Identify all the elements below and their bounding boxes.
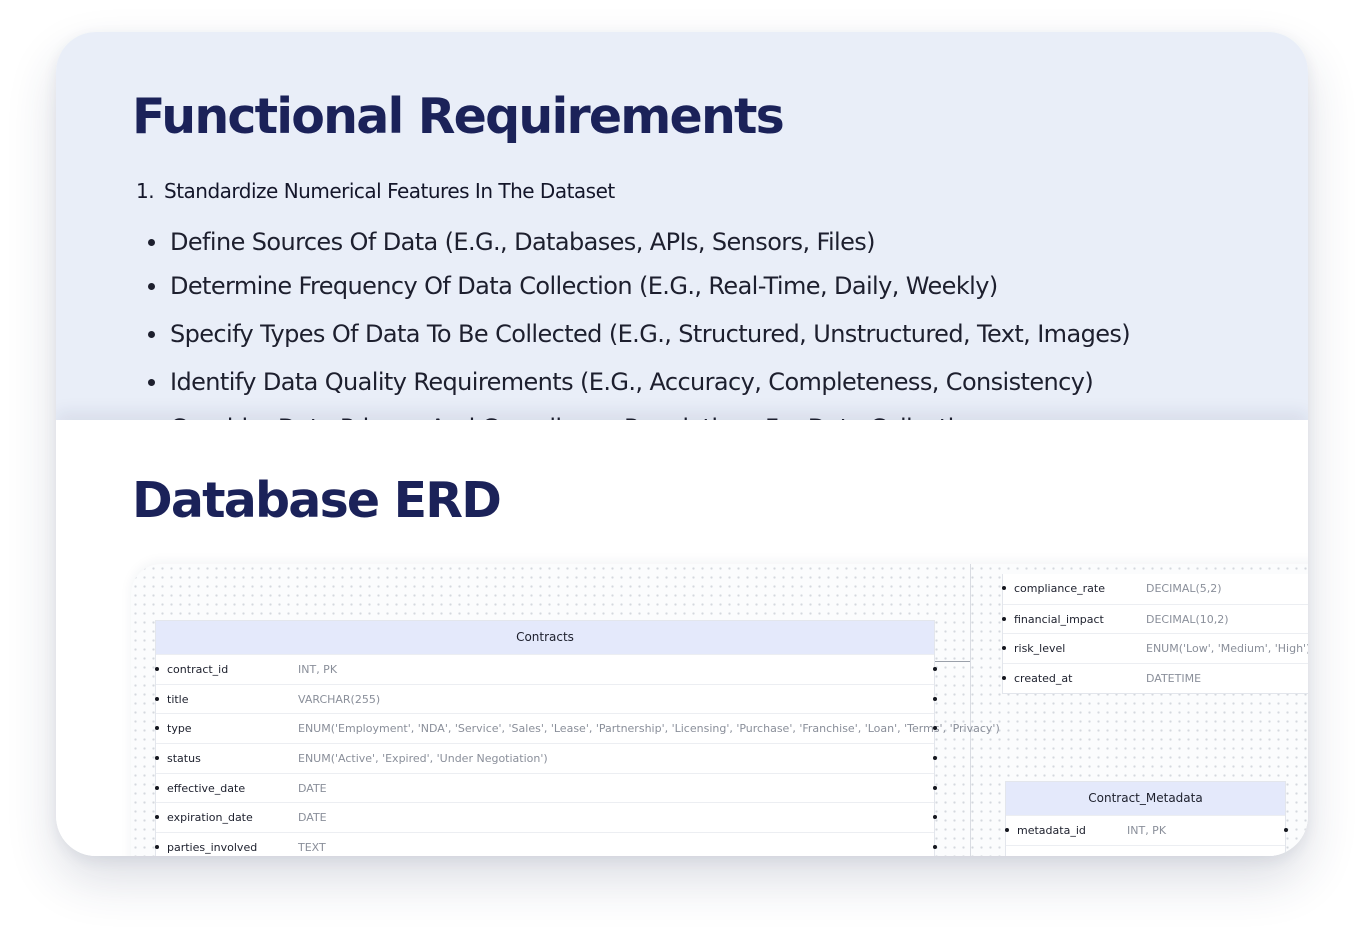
left-anchor-dot (1005, 828, 1009, 832)
column-name: parties_involved (167, 841, 258, 855)
table-row[interactable]: expiration_date DATE (155, 802, 937, 832)
requirement-item: Consider Data Privacy And Compliance Reg… (170, 408, 1130, 420)
requirement-item: Identify Data Quality Requirements (E.G.… (147, 362, 1130, 408)
requirement-item: Determine Frequency Of Data Collection (… (147, 266, 1130, 314)
left-anchor-dot (155, 845, 159, 850)
requirement-item: Define Sources Of Data (E.G., Databases,… (147, 222, 1130, 266)
table-row[interactable]: effective_date DATE (155, 772, 937, 803)
right-anchor-dot (933, 756, 937, 761)
column-name: status (167, 752, 201, 766)
subheading-text: Standardize Numerical Features In The Da… (164, 179, 615, 203)
table-row[interactable]: title VARCHAR(255) (155, 683, 937, 714)
table-row[interactable]: financial_impact DECIMAL(10,2) (1002, 603, 1308, 634)
column-name: type (167, 722, 192, 736)
left-anchor-dot (155, 696, 159, 701)
column-type: DATE (298, 781, 327, 795)
subheading-number: 1. (136, 179, 155, 203)
column-type: ENUM('Active', 'Expired', 'Under Negotia… (298, 752, 548, 766)
column-name: title (167, 692, 189, 706)
requirement-item: Specify Types Of Data To Be Collected (E… (147, 314, 1131, 362)
functional-requirements-title: Functional Requirements (132, 88, 785, 145)
column-type: DATE (298, 811, 327, 825)
relationship-connector (934, 661, 970, 662)
right-anchor-dot (933, 785, 937, 790)
table-row[interactable]: contract_id INT, FK (Contracts.contract_i… (1006, 844, 1296, 856)
column-name: contract_id (1017, 846, 1078, 856)
functional-requirements-panel: Functional Requirements 1. Standardize Nu… (56, 32, 1308, 420)
table-row[interactable]: parties_involved TEXT (155, 832, 937, 856)
column-name: contract_id (167, 663, 229, 676)
left-anchor-dot (155, 785, 159, 790)
column-type: ENUM('Low', 'Medium', 'High') (1146, 642, 1308, 656)
column-type: DATETIME (1146, 672, 1202, 686)
column-type: ENUM('Employment', 'NDA', 'Service', 'Sa… (298, 722, 1000, 736)
column-type: TEXT (298, 841, 326, 855)
column-name: expiration_date (167, 811, 253, 825)
right-anchor-dot (933, 815, 937, 820)
column-name: risk_level (1014, 642, 1066, 656)
table-row[interactable]: compliance_rate DECIMAL(5,2) (1002, 574, 1308, 604)
left-anchor-dot (1002, 646, 1006, 651)
right-anchor-dot (933, 845, 937, 850)
column-name: financial_impact (1014, 612, 1104, 626)
column-name: compliance_rate (1014, 582, 1105, 595)
left-anchor-dot (155, 667, 159, 671)
column-name: created_at (1014, 672, 1073, 686)
right-anchor-dot (933, 696, 937, 701)
contract-metadata-table[interactable]: Contract_Metadata metadata_id INT, PK con… (1005, 781, 1296, 856)
column-name: metadata_id (1017, 824, 1086, 837)
database-erd-title: Database ERD (132, 472, 502, 529)
column-type: DECIMAL(5,2) (1146, 582, 1222, 595)
table-row[interactable]: contract_id INT, PK (155, 654, 937, 684)
table-row[interactable]: type ENUM('Employment', 'NDA', 'Service',… (155, 713, 1000, 743)
left-anchor-dot (155, 815, 159, 820)
left-anchor-dot (1002, 586, 1006, 590)
database-erd-panel: Database ERD Contracts contract_id INT, P… (56, 420, 1308, 856)
left-anchor-dot (1002, 676, 1006, 681)
column-type: INT, FK (Contracts.contract_id) (1127, 846, 1296, 856)
left-anchor-dot (155, 726, 159, 731)
partial-table-top-right[interactable]: compliance_rate DECIMAL(5,2) financial_im… (1002, 574, 1308, 694)
column-name: effective_date (167, 781, 246, 795)
left-anchor-dot (155, 756, 159, 761)
requirements-subheading: 1. Standardize Numerical Features In The … (136, 179, 615, 203)
table-row[interactable]: created_at DATETIME (1002, 663, 1308, 693)
table-row[interactable]: risk_level ENUM('Low', 'Medium', 'High') (1002, 633, 1308, 663)
canvas-divider (970, 564, 971, 856)
column-type: DECIMAL(10,2) (1146, 612, 1229, 626)
column-type: INT, PK (1127, 824, 1167, 837)
right-anchor-dot (1284, 828, 1288, 832)
column-type: INT, PK (298, 663, 338, 676)
table-header: Contracts (156, 621, 934, 654)
table-row[interactable]: metadata_id INT, PK (1005, 815, 1288, 845)
contracts-table[interactable]: Contracts contract_id INT, PK title VARCHA… (155, 620, 1000, 856)
content-card: Functional Requirements 1. Standardize Nu… (56, 32, 1308, 856)
erd-canvas[interactable]: Contracts contract_id INT, PK title VARCHA… (131, 564, 1308, 856)
table-header: Contract_Metadata (1006, 782, 1285, 815)
left-anchor-dot (1002, 616, 1006, 621)
column-type: VARCHAR(255) (298, 692, 381, 706)
requirements-list: Define Sources Of Data (E.G., Databases,… (147, 222, 1131, 420)
right-anchor-dot (933, 667, 937, 671)
table-row[interactable]: status ENUM('Active', 'Expired', 'Under N… (155, 743, 937, 773)
